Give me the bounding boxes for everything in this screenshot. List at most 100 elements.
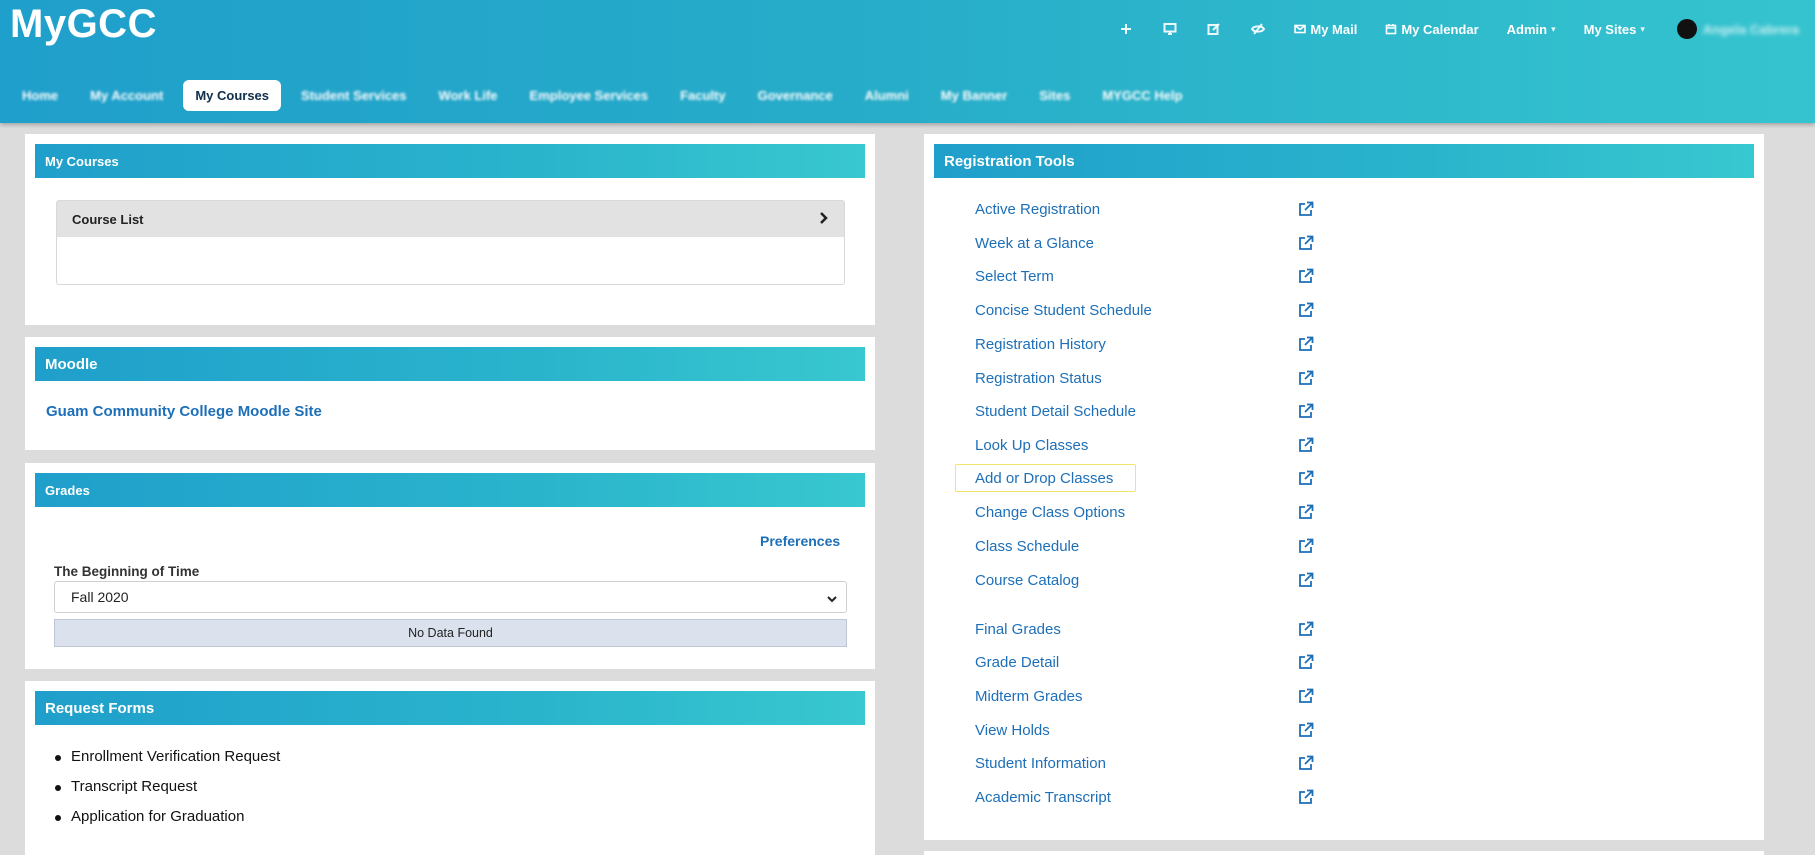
no-data-message: No Data Found: [54, 619, 847, 647]
my-mail-link[interactable]: My Mail: [1294, 22, 1357, 37]
panel-title: Grades: [35, 473, 865, 507]
list-item[interactable]: Enrollment Verification Request: [54, 748, 280, 778]
nav-work-life[interactable]: Work Life: [427, 80, 510, 111]
calendar-icon: [1386, 24, 1397, 35]
course-list-box: Course List: [56, 200, 845, 285]
link-label: Course Catalog: [975, 571, 1080, 589]
moodle-site-link[interactable]: Guam Community College Moodle Site: [46, 403, 322, 420]
nav-sites[interactable]: Sites: [1027, 80, 1082, 111]
external-link-icon[interactable]: [1298, 235, 1314, 251]
eye-slash-icon[interactable]: [1248, 19, 1268, 39]
external-link-icon[interactable]: [1298, 572, 1314, 588]
nav-governance[interactable]: Governance: [746, 80, 845, 111]
reg-link-midterm-grades[interactable]: Midterm Grades: [975, 685, 1315, 707]
desktop-icon[interactable]: [1160, 19, 1180, 39]
nav-faculty[interactable]: Faculty: [668, 80, 738, 111]
nav-my-banner[interactable]: My Banner: [929, 80, 1019, 111]
nav-employee-services[interactable]: Employee Services: [518, 80, 661, 111]
reg-link-active-registration[interactable]: Active Registration: [975, 198, 1315, 220]
user-name[interactable]: Angela Cabrera: [1703, 22, 1799, 37]
plus-icon[interactable]: [1116, 19, 1136, 39]
external-link-icon[interactable]: [1298, 654, 1314, 670]
external-link-icon[interactable]: [1298, 403, 1314, 419]
external-link-icon[interactable]: [1298, 789, 1314, 805]
nav-mygcc-help[interactable]: MYGCC Help: [1090, 80, 1194, 111]
preferences-link[interactable]: Preferences: [760, 533, 840, 549]
top-header: MyGCC My Mail My Calendar Admin ▾ My Sit…: [0, 0, 1815, 123]
reg-link-course-catalog[interactable]: Course Catalog: [975, 569, 1315, 591]
nav-home[interactable]: Home: [10, 80, 70, 111]
course-list-label: Course List: [72, 211, 144, 227]
chevron-right-icon[interactable]: [816, 211, 830, 225]
reg-link-look-up-classes[interactable]: Look Up Classes: [975, 434, 1315, 456]
term-select[interactable]: Fall 2020: [54, 581, 847, 613]
term-select-value: Fall 2020: [71, 589, 129, 605]
reg-link-grade-detail[interactable]: Grade Detail: [975, 651, 1315, 673]
external-link-icon[interactable]: [1298, 470, 1314, 486]
next-panel-edge: [924, 851, 1764, 855]
link-label: Add or Drop Classes: [975, 469, 1114, 487]
link-label: Class Schedule: [975, 537, 1080, 555]
reg-link-add-or-drop-classes[interactable]: Add or Drop Classes: [975, 467, 1315, 489]
reg-link-change-class-options[interactable]: Change Class Options: [975, 501, 1315, 523]
external-link-icon[interactable]: [1298, 201, 1314, 217]
panel-title: My Courses: [35, 144, 865, 178]
reg-link-registration-history[interactable]: Registration History: [975, 333, 1315, 355]
avatar[interactable]: [1676, 19, 1697, 39]
nav-my-courses[interactable]: My Courses: [183, 79, 282, 111]
external-link-icon[interactable]: [1298, 722, 1314, 738]
reg-link-concise-student-schedule[interactable]: Concise Student Schedule: [975, 299, 1315, 321]
external-link-icon[interactable]: [1298, 688, 1314, 704]
edit-icon[interactable]: [1204, 19, 1224, 39]
nav-my-account[interactable]: My Account: [78, 80, 175, 111]
external-link-icon[interactable]: [1298, 504, 1314, 520]
external-link-icon[interactable]: [1298, 538, 1314, 554]
external-link-icon[interactable]: [1298, 621, 1314, 637]
external-link-icon[interactable]: [1298, 755, 1314, 771]
admin-dropdown[interactable]: Admin ▾: [1507, 22, 1556, 37]
link-label: Select Term: [975, 267, 1054, 285]
external-link-icon[interactable]: [1298, 370, 1314, 386]
term-label: The Beginning of Time: [54, 564, 200, 579]
course-list-header[interactable]: Course List: [57, 201, 844, 237]
my-calendar-label: My Calendar: [1401, 21, 1479, 37]
nav-student-services[interactable]: Student Services: [289, 80, 419, 111]
reg-link-student-information[interactable]: Student Information: [975, 752, 1315, 774]
reg-link-final-grades[interactable]: Final Grades: [975, 618, 1315, 640]
link-label: Final Grades: [975, 620, 1061, 638]
list-item[interactable]: Application for Graduation: [54, 808, 280, 838]
link-label: Look Up Classes: [975, 436, 1089, 454]
link-label: Registration Status: [975, 369, 1102, 387]
external-link-icon[interactable]: [1298, 302, 1314, 318]
external-link-icon[interactable]: [1298, 336, 1314, 352]
link-label: View Holds: [975, 721, 1050, 739]
chevron-down-icon: [826, 592, 838, 608]
reg-link-registration-status[interactable]: Registration Status: [975, 367, 1315, 389]
reg-link-week-at-a-glance[interactable]: Week at a Glance: [975, 232, 1315, 254]
list-item[interactable]: Transcript Request: [54, 778, 280, 808]
link-label: Student Detail Schedule: [975, 402, 1136, 420]
external-link-icon[interactable]: [1298, 268, 1314, 284]
request-forms-list: Enrollment Verification Request Transcri…: [54, 748, 280, 838]
link-label: Week at a Glance: [975, 234, 1094, 252]
panel-title: Registration Tools: [934, 144, 1754, 178]
external-link-icon[interactable]: [1298, 437, 1314, 453]
link-label: Active Registration: [975, 200, 1101, 218]
reg-link-select-term[interactable]: Select Term: [975, 265, 1315, 287]
link-label: Registration History: [975, 335, 1106, 353]
nav-alumni[interactable]: Alumni: [853, 80, 921, 111]
my-sites-dropdown[interactable]: My Sites ▾: [1584, 22, 1645, 37]
reg-link-view-holds[interactable]: View Holds: [975, 719, 1315, 741]
caret-down-icon: ▾: [1551, 23, 1556, 34]
envelope-icon: [1294, 24, 1307, 34]
my-sites-label: My Sites: [1583, 21, 1637, 37]
reg-link-academic-transcript[interactable]: Academic Transcript: [975, 786, 1315, 808]
reg-link-student-detail-schedule[interactable]: Student Detail Schedule: [975, 400, 1315, 422]
link-label: Change Class Options: [975, 503, 1126, 521]
link-label: Concise Student Schedule: [975, 301, 1152, 319]
my-calendar-link[interactable]: My Calendar: [1385, 21, 1479, 37]
panel-title: Moodle: [35, 347, 865, 381]
my-mail-label: My Mail: [1310, 21, 1358, 37]
mygcc-logo[interactable]: MyGCC: [10, 2, 157, 47]
reg-link-class-schedule[interactable]: Class Schedule: [975, 535, 1315, 557]
